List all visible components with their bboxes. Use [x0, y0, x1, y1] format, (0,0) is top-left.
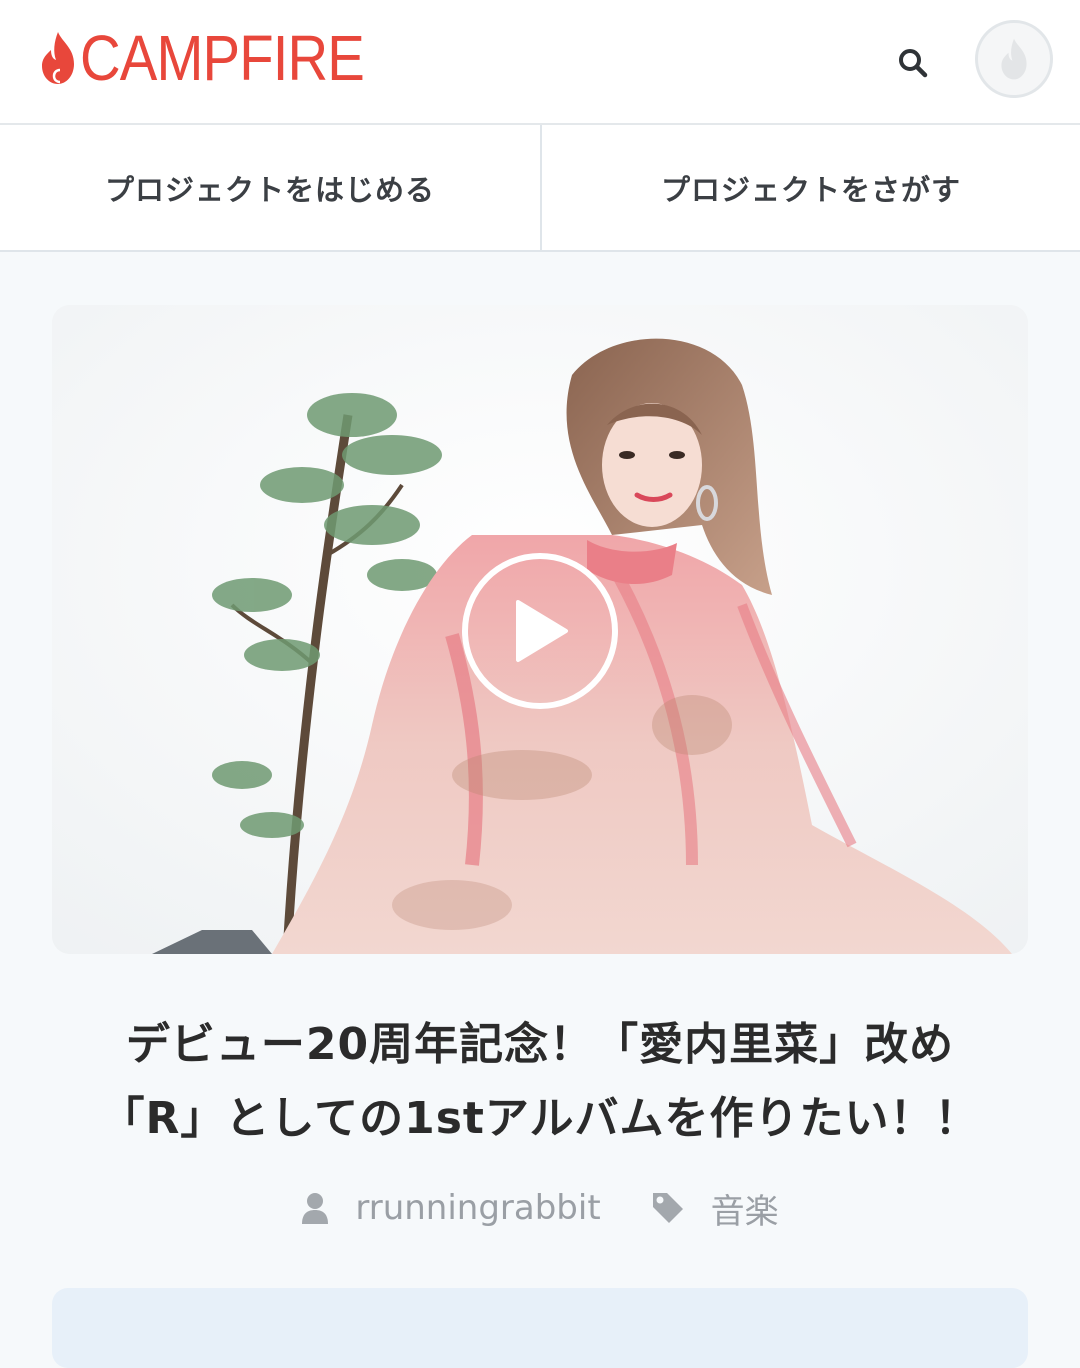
flame-logo-icon — [42, 32, 74, 84]
author-link[interactable]: rrunningrabbit — [301, 1188, 601, 1228]
project-meta: rrunningrabbit 音楽 — [0, 1180, 1080, 1236]
avatar[interactable] — [975, 20, 1053, 98]
project-title: デビュー20周年記念！「愛内里菜」改め 「R」としての1stアルバムを作りたい！… — [60, 1008, 1020, 1156]
category-name: 音楽 — [710, 1191, 779, 1232]
play-button[interactable] — [462, 553, 618, 709]
campfire-logo[interactable]: CAMPFIRE — [38, 22, 403, 94]
user-icon — [302, 1193, 329, 1224]
start-project-link[interactable]: プロジェクトをはじめる — [0, 125, 540, 250]
main-nav: プロジェクトをはじめる プロジェクトをさがす — [0, 125, 1080, 252]
search-button[interactable] — [890, 40, 936, 86]
site-header: CAMPFIRE — [0, 0, 1080, 125]
logo-text: CAMPFIRE — [80, 22, 365, 94]
author-name: rrunningrabbit — [355, 1188, 601, 1228]
search-icon — [899, 49, 928, 78]
project-title-line2: 「R」としての1stアルバムを作りたい！！ — [100, 1093, 980, 1144]
play-icon — [516, 600, 568, 662]
flame-icon — [1001, 38, 1027, 80]
find-project-link[interactable]: プロジェクトをさがす — [540, 125, 1080, 250]
info-panel — [52, 1288, 1028, 1368]
category-link[interactable]: 音楽 — [651, 1184, 779, 1233]
project-title-line1: デビュー20周年記念！「愛内里菜」改め — [125, 1019, 955, 1070]
project-video-thumbnail[interactable] — [52, 305, 1028, 954]
tag-icon — [652, 1193, 683, 1223]
